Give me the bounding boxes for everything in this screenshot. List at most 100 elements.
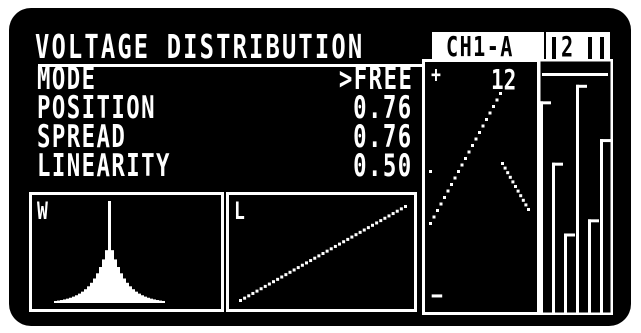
scope-point: [450, 183, 453, 186]
scope-point: [457, 170, 460, 173]
channel-bar-line: [552, 162, 555, 313]
scope-point: [499, 92, 502, 95]
linearity-point: [317, 254, 321, 258]
linearity-point: [239, 299, 242, 302]
linearity-point: [387, 214, 391, 218]
scope-point: [521, 198, 525, 202]
scope-point: [429, 170, 432, 173]
linearity-point: [362, 228, 366, 232]
channel-bar-rule: [542, 73, 608, 76]
scope-point: [471, 144, 474, 147]
linearity-point: [272, 280, 275, 284]
scope-point: [503, 166, 507, 170]
histogram-column: [159, 300, 162, 303]
scope-point: [464, 157, 467, 160]
linearity-point: [276, 277, 280, 281]
channel-bar-cap: [552, 162, 563, 166]
scope-point: [432, 215, 436, 219]
histogram-column: [93, 278, 96, 303]
channel-bar-line: [564, 233, 567, 313]
scope-point: [439, 202, 443, 206]
channel-bar-cap: [564, 233, 575, 237]
scope-point: [516, 189, 520, 193]
scope-point: [481, 124, 485, 128]
linearity-point: [255, 289, 259, 293]
scope-point: [485, 118, 488, 121]
channel-tabs[interactable]: 2: [546, 32, 610, 62]
linearity-point: [338, 242, 341, 246]
scope-point: [488, 111, 492, 115]
linearity-point: [358, 230, 362, 234]
histogram-column: [69, 297, 72, 303]
linearity-point: [375, 221, 379, 225]
scope-point: [478, 131, 481, 134]
param-label-linearity[interactable]: LINEARITY: [37, 151, 171, 182]
channel-bars-graphic: [538, 59, 613, 315]
channel-header[interactable]: CH1-A: [432, 32, 544, 62]
linearity-point: [404, 205, 407, 208]
histogram-column: [123, 278, 126, 303]
histogram-column: [129, 286, 132, 303]
histogram-column: [84, 289, 87, 303]
channel-bar-cap: [588, 219, 599, 223]
channel-level-bars: [538, 59, 613, 315]
linearity-point: [280, 275, 284, 279]
linearity-point: [325, 249, 329, 253]
linearity-point: [313, 256, 317, 260]
scope-point: [467, 150, 471, 154]
param-value-linearity[interactable]: 0.50: [353, 151, 413, 182]
scope-point: [501, 162, 504, 165]
histogram-column: [117, 267, 120, 303]
histogram-column: [57, 300, 60, 303]
histogram-column: [72, 296, 75, 303]
channel-tab-strip: [546, 32, 610, 62]
histogram-column: [81, 291, 84, 303]
scope-point: [492, 105, 495, 108]
scope-point: [443, 196, 446, 199]
channel-bar-cap: [576, 84, 587, 88]
linearity-point: [366, 226, 370, 230]
width-histogram: [54, 201, 165, 303]
scope-point: [474, 137, 478, 141]
histogram-column: [135, 291, 138, 303]
scope-point: [453, 176, 457, 180]
linearity-point: [296, 266, 300, 270]
channel-bar-line: [540, 101, 543, 313]
scope-point: [429, 222, 432, 225]
histogram-column: [162, 300, 165, 303]
channel-number: 2: [561, 30, 574, 63]
linearity-point: [243, 296, 247, 300]
histogram-column: [150, 298, 153, 303]
linearity-point: [251, 291, 255, 295]
channel-label: CH1-A: [446, 30, 514, 63]
scope-point: [460, 163, 464, 167]
histogram-column: [105, 250, 108, 303]
linearity-point: [284, 273, 288, 277]
histogram-column: [63, 299, 66, 303]
histogram-column: [87, 286, 90, 303]
scope-point: [514, 185, 517, 188]
channel-bar-line: [576, 84, 579, 313]
linearity-point: [399, 207, 403, 211]
linearity-point: [350, 235, 354, 239]
linearity-curve-panel: L: [226, 192, 417, 312]
histogram-column: [153, 299, 156, 303]
scope-point: [506, 171, 510, 175]
linearity-point: [329, 247, 333, 251]
histogram-column: [75, 295, 78, 303]
linearity-point: [288, 270, 292, 274]
linearity-point: [379, 219, 383, 223]
linearity-point: [333, 244, 337, 248]
histogram-column: [132, 289, 135, 303]
linearity-point: [395, 209, 399, 213]
channel-bar-line: [588, 219, 591, 313]
scope-point: [524, 203, 528, 207]
channel-scope-trace: [429, 92, 530, 225]
histogram-column: [108, 201, 111, 303]
linearity-curve: [239, 205, 407, 302]
linearity-point: [354, 233, 358, 237]
linearity-point: [346, 237, 350, 241]
scope-point: [508, 175, 512, 179]
channel-bar-cap: [540, 101, 551, 105]
histogram-column: [156, 300, 159, 303]
